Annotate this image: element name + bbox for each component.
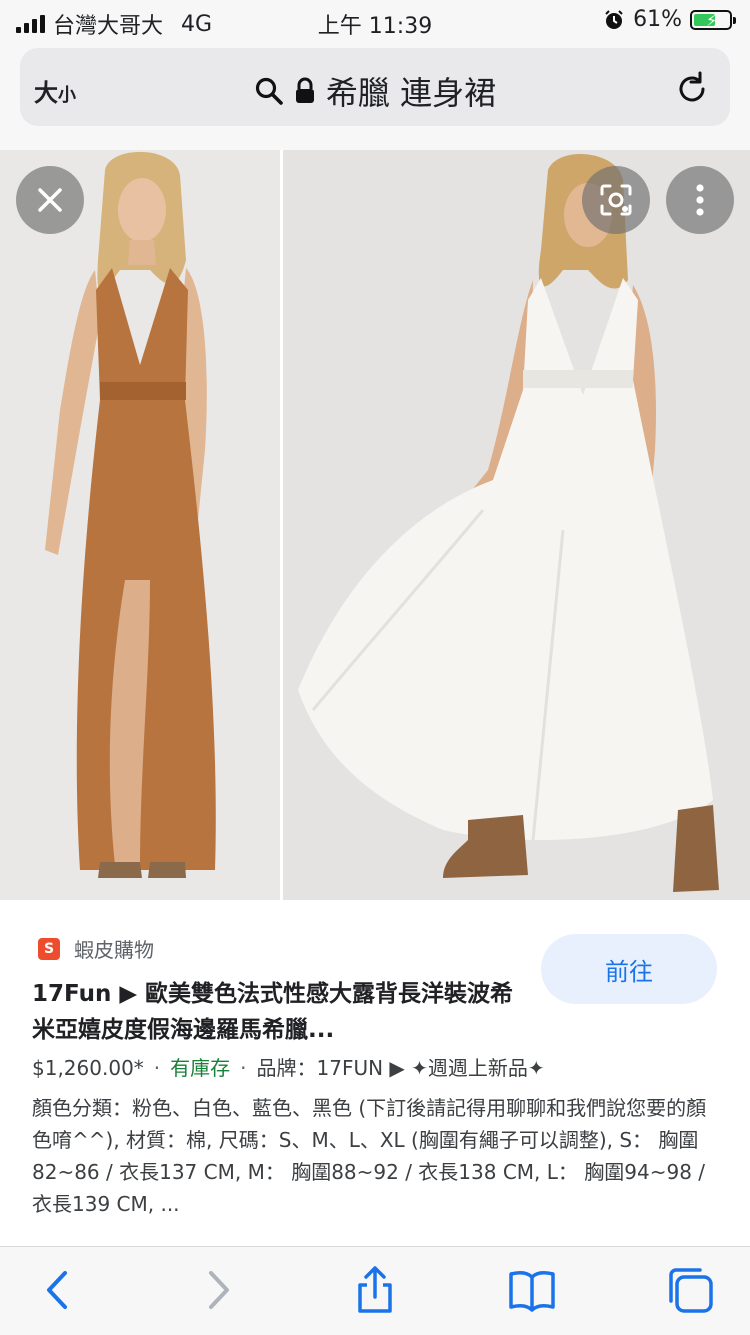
address-area: 大小 希臘 連身裙 (0, 44, 750, 150)
product-photo-rust-dress (0, 150, 280, 900)
source-row[interactable]: S 蝦皮購物 (38, 934, 154, 963)
status-bar: 台灣大哥大 4G 上午 11:39 61% ⚡ (0, 0, 750, 44)
bookmarks-icon[interactable] (507, 1265, 557, 1315)
search-icon (255, 77, 283, 105)
shopee-logo-icon: S (38, 937, 60, 960)
result-title[interactable]: 17Fun ▶ 歐美雙色法式性感大露背長洋裝波希米亞嬉皮度假海邊羅馬希臘... (32, 976, 522, 1048)
brand: 品牌：17FUN ▶ ✦週週上新品✦ (256, 1056, 545, 1080)
separator-dot: · (240, 1056, 247, 1080)
result-meta: $1,260.00* · 有庫存 · 品牌：17FUN ▶ ✦週週上新品✦ (32, 1052, 545, 1081)
close-button[interactable] (16, 166, 84, 234)
result-card: S 蝦皮購物 前往 17Fun ▶ 歐美雙色法式性感大露背長洋裝波希米亞嬉皮度假… (0, 900, 750, 1246)
battery-icon: ⚡ (690, 9, 736, 30)
more-vert-icon (696, 184, 704, 216)
battery-percent: 61% (633, 7, 682, 32)
go-button[interactable]: 前往 (541, 934, 717, 1004)
status-right: 61% ⚡ (603, 7, 736, 32)
browser-toolbar (0, 1246, 750, 1335)
image-viewer[interactable] (0, 150, 750, 900)
back-icon[interactable] (33, 1265, 83, 1315)
share-icon[interactable] (350, 1265, 400, 1315)
lens-icon (600, 184, 632, 216)
lock-icon (295, 77, 314, 103)
stock-status: 有庫存 (170, 1056, 231, 1080)
result-description: 顏色分類：粉色、白色、藍色、黑色 (下訂後請記得用聊聊和我們說您要的顏色唷^^)… (32, 1096, 707, 1216)
carrier-label: 台灣大哥大 (53, 14, 164, 39)
forward-icon[interactable] (193, 1265, 243, 1315)
charging-icon: ⚡ (706, 10, 718, 30)
alarm-icon (605, 9, 623, 29)
address-bar[interactable]: 大小 希臘 連身裙 (20, 48, 730, 126)
price: $1,260.00* (32, 1056, 144, 1080)
source-name: 蝦皮購物 (74, 938, 154, 962)
status-left: 台灣大哥大 4G (16, 8, 212, 40)
more-button[interactable] (666, 166, 734, 234)
close-icon (38, 188, 62, 212)
tabs-icon[interactable] (665, 1265, 715, 1315)
reload-icon[interactable] (672, 68, 712, 108)
lens-button[interactable] (582, 166, 650, 234)
separator-dot: · (153, 1056, 161, 1080)
search-query: 希臘 連身裙 (325, 74, 497, 112)
address-field[interactable]: 希臘 連身裙 (20, 68, 730, 114)
signal-icon (16, 15, 45, 33)
network-label: 4G (181, 11, 213, 37)
product-photo-white-dress (283, 150, 750, 900)
